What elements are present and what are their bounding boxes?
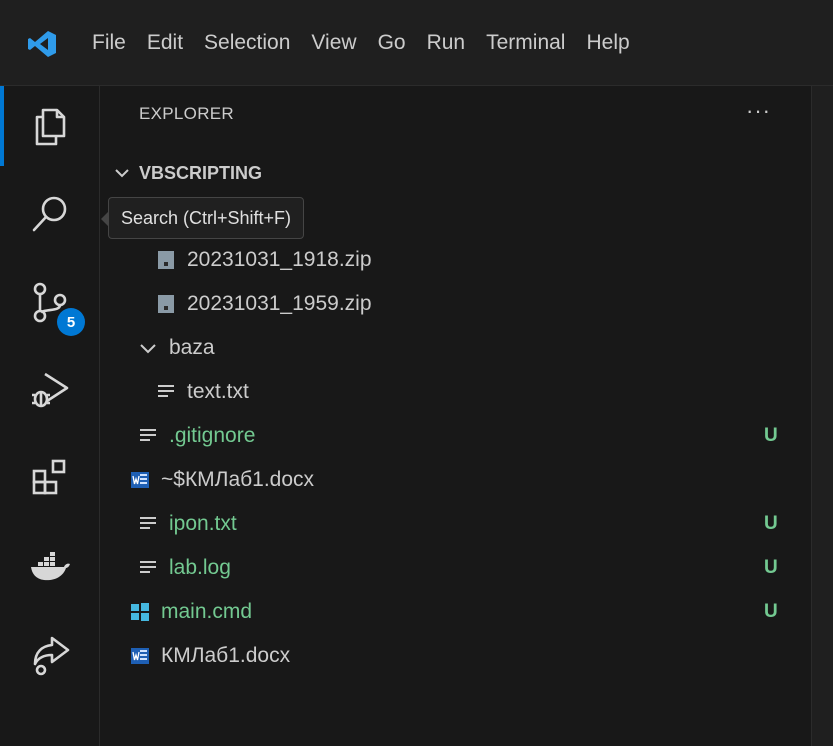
- activity-source-control[interactable]: 5: [0, 262, 100, 342]
- menu-file[interactable]: File: [80, 0, 135, 86]
- text-file-icon: [137, 557, 159, 579]
- text-file-icon: [137, 425, 159, 447]
- folder-header[interactable]: VBSCRIPTING: [113, 158, 262, 188]
- word-icon: [129, 645, 151, 667]
- activity-bar: 5: [0, 86, 100, 746]
- search-icon: [32, 196, 67, 232]
- tree-item-label: ipon.txt: [169, 512, 237, 535]
- tree-item-label: baza: [169, 336, 215, 359]
- tree-folder-baza[interactable]: baza: [137, 328, 215, 368]
- menu-edit[interactable]: Edit: [135, 0, 192, 86]
- activity-docker[interactable]: [0, 526, 100, 606]
- run-debug-icon: [32, 372, 69, 408]
- tree-item-lab-log[interactable]: lab.log: [137, 548, 231, 588]
- git-status-untracked: U: [764, 601, 778, 622]
- remote-explorer-icon: [33, 636, 70, 676]
- menu-run[interactable]: Run: [415, 0, 475, 86]
- search-tooltip: Search (Ctrl+Shift+F): [100, 197, 305, 239]
- tree-item-label: text.txt: [187, 380, 249, 403]
- text-file-icon: [155, 381, 177, 403]
- menu-view[interactable]: View: [299, 0, 365, 86]
- activity-explorer[interactable]: [0, 86, 100, 166]
- tree-item-zip-1918[interactable]: 20231031_1918.zip: [155, 240, 372, 280]
- tree-item-gitignore[interactable]: .gitignore: [137, 416, 255, 456]
- tree-item-label: ~$КМЛаб1.docx: [161, 468, 315, 491]
- zip-icon: [155, 249, 177, 271]
- more-actions-button[interactable]: ···: [746, 98, 771, 124]
- explorer-sidebar: EXPLORER ··· VBSCRIPTING 20231031_1918.z…: [101, 86, 811, 746]
- tree-item-label: КМЛаб1.docx: [161, 644, 291, 667]
- menu-selection[interactable]: Selection: [192, 0, 299, 86]
- source-control-badge: 5: [57, 308, 85, 336]
- tree-item-zip-1959[interactable]: 20231031_1959.zip: [155, 284, 372, 324]
- activity-run-debug[interactable]: [0, 350, 100, 430]
- chevron-down-icon: [137, 337, 159, 359]
- windows-icon: [129, 601, 151, 623]
- menu-help[interactable]: Help: [574, 0, 638, 86]
- menu-go[interactable]: Go: [366, 0, 415, 86]
- git-status-untracked: U: [764, 557, 778, 578]
- tree-item-temp-docx[interactable]: ~$КМЛаб1.docx: [129, 460, 314, 500]
- extensions-icon: [32, 459, 66, 495]
- word-icon: [129, 469, 151, 491]
- activity-extensions[interactable]: [0, 438, 100, 518]
- zip-icon: [155, 293, 177, 315]
- docker-icon: [31, 552, 70, 581]
- vscode-logo-icon[interactable]: [27, 30, 57, 58]
- git-status-untracked: U: [764, 425, 778, 446]
- activity-search[interactable]: [0, 174, 100, 254]
- git-status-untracked: U: [764, 513, 778, 534]
- tree-item-label: 20231031_1959.zip: [187, 292, 372, 315]
- tree-item-text-txt[interactable]: text.txt: [155, 372, 249, 412]
- tree-item-label: main.cmd: [161, 600, 253, 623]
- activity-remote-explorer[interactable]: [0, 614, 100, 694]
- explorer-icon: [35, 108, 66, 146]
- chevron-down-icon: [115, 169, 129, 178]
- tree-item-label: .gitignore: [169, 424, 256, 447]
- menu-bar: File Edit Selection View Go Run Terminal…: [80, 0, 639, 86]
- tree-item-km-lab-docx[interactable]: КМЛаб1.docx: [129, 636, 290, 676]
- explorer-title: EXPLORER: [139, 104, 234, 123]
- tree-item-main-cmd[interactable]: main.cmd: [129, 592, 252, 632]
- tree-item-label: lab.log: [169, 556, 231, 579]
- menu-terminal[interactable]: Terminal: [474, 0, 574, 86]
- title-bar: File Edit Selection View Go Run Terminal…: [0, 0, 833, 86]
- editor-edge: [811, 86, 833, 746]
- tree-item-ipon-txt[interactable]: ipon.txt: [137, 504, 237, 544]
- text-file-icon: [137, 513, 159, 535]
- folder-name: VBSCRIPTING: [139, 162, 263, 183]
- tree-item-label: 20231031_1918.zip: [187, 248, 372, 271]
